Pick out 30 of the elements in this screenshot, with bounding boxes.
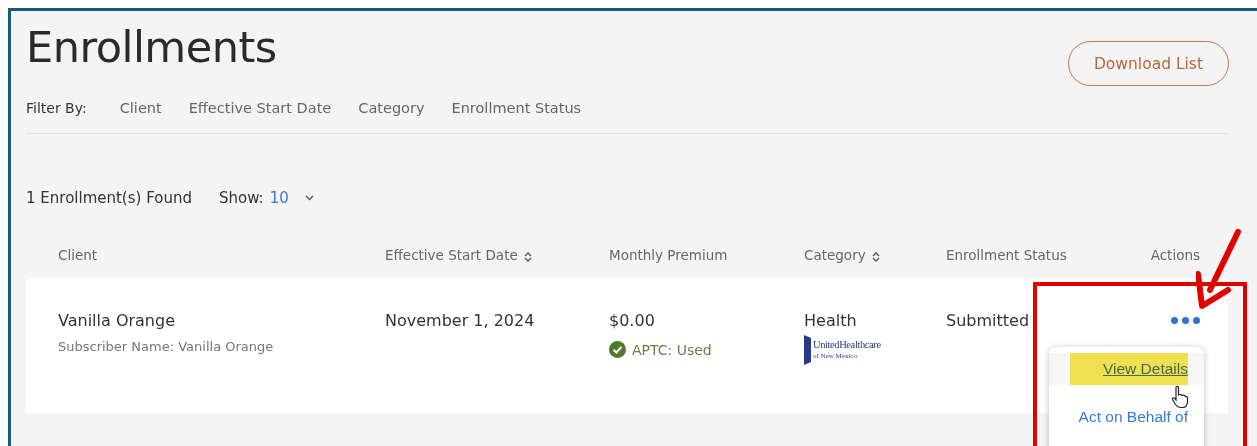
column-header: Monthly Premium (609, 247, 728, 263)
menu-link[interactable]: View Details (1070, 353, 1188, 385)
menu-link[interactable]: Act on Behalf of (1070, 401, 1188, 433)
carrier-logo-name: UnitedHealthcare (813, 340, 881, 351)
subscriber-name: Subscriber Name: Vanilla Orange (58, 339, 275, 354)
show-label: Show: (218, 189, 264, 207)
results-count: 1 Enrollment(s) Found (26, 189, 192, 207)
filter-label: Filter By: (26, 100, 87, 116)
page-title: Enrollments (26, 21, 277, 73)
client-name: Vanilla Orange (58, 311, 176, 331)
start-date: November 1, 2024 (385, 311, 536, 331)
monthly-premium: $0.00 (609, 311, 656, 331)
column-header[interactable]: Category (804, 247, 880, 263)
filter-option[interactable]: Enrollment Status (451, 100, 582, 116)
shield-logo-icon (804, 335, 811, 365)
category: Health (804, 311, 858, 331)
column-header: Enrollment Status (946, 247, 1067, 263)
sort-icon[interactable] (523, 251, 532, 263)
aptc-status: APTC: Used (632, 341, 712, 358)
filter-option[interactable]: Category (358, 100, 425, 116)
column-header[interactable]: Effective Start Date (385, 247, 532, 263)
filter-option[interactable]: Effective Start Date (188, 100, 332, 116)
page-size-dropdown[interactable]: 10 (269, 189, 314, 207)
hand-cursor-icon (1171, 385, 1189, 409)
chevron-down-icon (304, 195, 314, 201)
filter-option[interactable]: Client (119, 100, 162, 116)
column-header: Client (58, 247, 98, 263)
enrollment-status: Submitted (946, 311, 1031, 331)
column-header: Actions (1150, 247, 1200, 263)
sort-icon[interactable] (871, 251, 880, 263)
